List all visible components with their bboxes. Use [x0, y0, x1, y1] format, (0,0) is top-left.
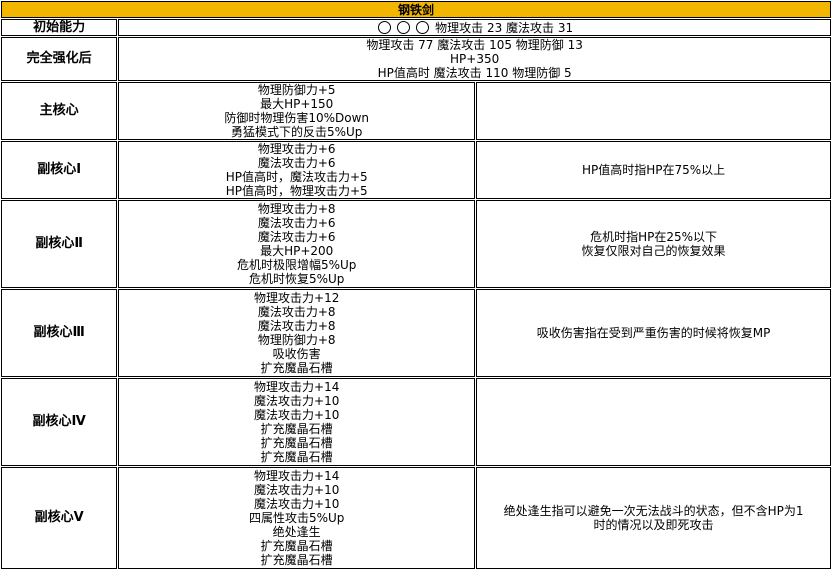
stat-line: 魔法攻击力+6 — [257, 216, 336, 230]
stat-line: 魔法攻击力+10 — [254, 408, 340, 422]
core-note: 危机时指HP在25%以下 恢复仅限对自己的恢复效果 — [476, 200, 831, 288]
stat-line: 物理攻击力+14 — [254, 469, 340, 483]
core-stats: 物理攻击力+14 魔法攻击力+10 魔法攻击力+10 四属性攻击5%Up 绝处逢生 扩充魔… — [118, 467, 476, 569]
core-note — [476, 82, 831, 140]
title-row: 钢铁剑 — [1, 1, 831, 18]
stat-line: 物理攻击力+14 — [254, 380, 340, 394]
core-label: 主核心 — [1, 82, 118, 140]
full-stat-line: HP值高时 魔法攻击 110 物理防御 5 — [377, 66, 572, 80]
stat-line: HP值高时，物理攻击力+5 — [225, 184, 368, 198]
note-line: 危机时指HP在25%以下 — [590, 230, 718, 244]
note-line: 绝处逢生指可以避免一次无法战斗的状态，但不含HP为1 — [503, 504, 804, 518]
stat-line: 扩充魔晶石槽 — [260, 361, 333, 375]
core-stats: 物理攻击力+12 魔法攻击力+8 魔法攻击力+8 物理防御力+8 吸收伤害 扩充魔晶石槽 — [118, 289, 476, 377]
stat-line: 吸收伤害 — [272, 347, 321, 361]
core-label: 副核心Ⅳ — [1, 378, 118, 466]
stat-line: 魔法攻击力+6 — [257, 230, 336, 244]
full-stats: 物理攻击 77 魔法攻击 105 物理防御 13 HP+350 HP值高时 魔法… — [118, 37, 831, 81]
stat-line: 扩充魔晶石槽 — [260, 436, 333, 450]
stat-line: 物理攻击力+8 — [257, 202, 336, 216]
stat-line: 扩充魔晶石槽 — [260, 422, 333, 436]
core-row: 副核心Ⅰ 物理攻击力+6 魔法攻击力+6 HP值高时，魔法攻击力+5 HP值高时，物理攻… — [1, 141, 831, 199]
stat-line: 防御时物理伤害10%Down — [224, 111, 370, 125]
full-stat-line: HP+350 — [450, 52, 500, 66]
initial-label: 初始能力 — [1, 19, 118, 36]
stat-line: 扩充魔晶石槽 — [260, 539, 333, 553]
full-stat-line: 物理攻击 77 魔法攻击 105 物理防御 13 — [366, 38, 583, 52]
core-label: 副核心Ⅰ — [1, 141, 118, 199]
stat-line: 魔法攻击力+10 — [254, 483, 340, 497]
stat-line: 魔法攻击力+8 — [257, 305, 336, 319]
core-note: 吸收伤害指在受到严重伤害的时候将恢复MP — [476, 289, 831, 377]
stat-line: 最大HP+200 — [260, 244, 334, 258]
full-row: 完全强化后 物理攻击 77 魔法攻击 105 物理防御 13 HP+350 HP… — [1, 37, 831, 81]
stat-line: 魔法攻击力+10 — [254, 497, 340, 511]
core-note: 绝处逢生指可以避免一次无法战斗的状态，但不含HP为1 时的情况以及即死攻击 — [476, 467, 831, 569]
core-row: 副核心Ⅳ 物理攻击力+14 魔法攻击力+10 魔法攻击力+10 扩充魔晶石槽 扩充魔晶石槽… — [1, 378, 831, 466]
core-row: 副核心Ⅱ 物理攻击力+8 魔法攻击力+6 魔法攻击力+6 最大HP+200 危机时极限增幅… — [1, 200, 831, 288]
note-line: 时的情况以及即死攻击 — [593, 518, 714, 532]
empty-circle-icon — [397, 20, 411, 34]
empty-circle-icon — [378, 20, 392, 34]
core-stats: 物理攻击力+8 魔法攻击力+6 魔法攻击力+6 最大HP+200 危机时极限增幅5%Up… — [118, 200, 476, 288]
stat-line: 扩充魔晶石槽 — [260, 450, 333, 464]
stat-line: 物理防御力+8 — [257, 333, 336, 347]
stat-line: 危机时极限增幅5%Up — [236, 258, 357, 272]
stat-line: 最大HP+150 — [260, 97, 334, 111]
core-row: 副核心Ⅲ 物理攻击力+12 魔法攻击力+8 魔法攻击力+8 物理防御力+8 吸收伤害 扩充魔… — [1, 289, 831, 377]
empty-circle-icon — [416, 20, 430, 34]
core-stats: 物理攻击力+6 魔法攻击力+6 HP值高时，魔法攻击力+5 HP值高时，物理攻击力+5 — [118, 141, 476, 199]
core-stats: 物理攻击力+14 魔法攻击力+10 魔法攻击力+10 扩充魔晶石槽 扩充魔晶石槽 扩充魔晶… — [118, 378, 476, 466]
full-label: 完全强化后 — [1, 37, 118, 81]
note-line: 恢复仅限对自己的恢复效果 — [581, 244, 726, 258]
initial-stats: 物理攻击 23 魔法攻击 31 — [118, 19, 831, 36]
stat-line: 魔法攻击力+8 — [257, 319, 336, 333]
weapon-title: 钢铁剑 — [1, 1, 831, 18]
note-line: HP值高时指HP在75%以上 — [581, 163, 726, 177]
core-note — [476, 378, 831, 466]
core-row: 副核心Ⅴ 物理攻击力+14 魔法攻击力+10 魔法攻击力+10 四属性攻击5%Up 绝处逢… — [1, 467, 831, 569]
core-label: 副核心Ⅲ — [1, 289, 118, 377]
stat-line: 物理防御力+5 — [257, 83, 336, 97]
core-slot-icons — [376, 20, 435, 35]
weapon-stat-table: 钢铁剑 初始能力 物理攻击 23 魔法攻击 31 完全强化后 物理攻击 77 魔… — [0, 0, 832, 570]
stat-line: 扩充魔晶石槽 — [260, 553, 333, 567]
stat-line: 物理攻击力+6 — [257, 142, 336, 156]
stat-line: 绝处逢生 — [272, 525, 321, 539]
stat-line: 勇猛模式下的反击5%Up — [230, 125, 363, 139]
core-label: 副核心Ⅴ — [1, 467, 118, 569]
stat-line: 四属性攻击5%Up — [248, 511, 345, 525]
initial-row: 初始能力 物理攻击 23 魔法攻击 31 — [1, 19, 831, 36]
stat-line: 魔法攻击力+10 — [254, 394, 340, 408]
stat-line: 物理攻击力+12 — [254, 291, 340, 305]
initial-stats-text: 物理攻击 23 魔法攻击 31 — [435, 20, 574, 35]
stat-line: 危机时恢复5%Up — [248, 272, 345, 286]
core-label: 副核心Ⅱ — [1, 200, 118, 288]
stat-line: HP值高时，魔法攻击力+5 — [225, 170, 368, 184]
note-line: 吸收伤害指在受到严重伤害的时候将恢复MP — [536, 326, 771, 340]
core-note: HP值高时指HP在75%以上 — [476, 141, 831, 199]
stat-line: 魔法攻击力+6 — [257, 156, 336, 170]
core-row: 主核心 物理防御力+5 最大HP+150 防御时物理伤害10%Down 勇猛模式下的反击… — [1, 82, 831, 140]
core-stats: 物理防御力+5 最大HP+150 防御时物理伤害10%Down 勇猛模式下的反击5%U… — [118, 82, 476, 140]
